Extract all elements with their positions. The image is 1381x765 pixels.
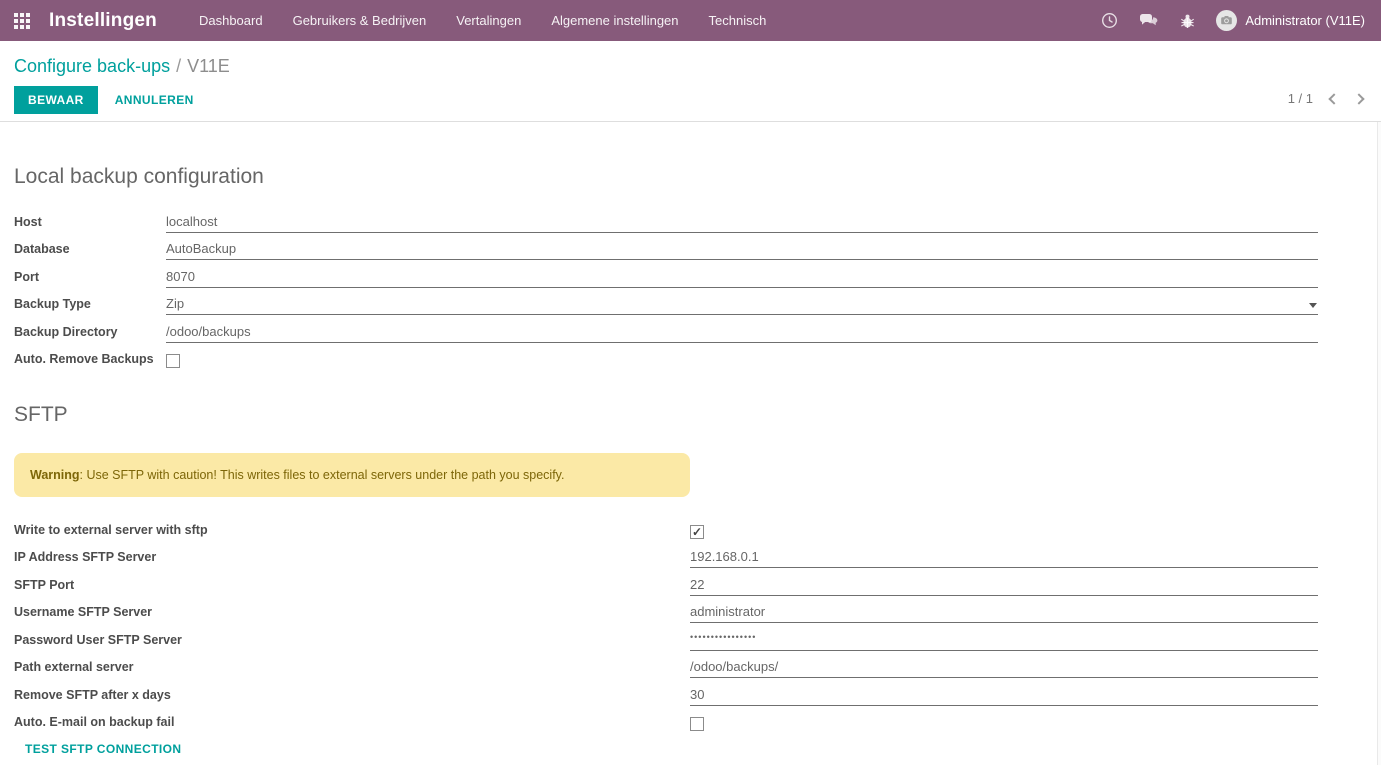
field-row-backup-type: Backup Type Zip	[14, 288, 1318, 316]
backup-directory-label: Backup Directory	[14, 325, 166, 343]
menu-item-users-companies[interactable]: Gebruikers & Bedrijven	[278, 0, 442, 41]
sftp-password-input[interactable]: ••••••••••••••••	[690, 632, 1318, 651]
write-sftp-label: Write to external server with sftp	[14, 523, 690, 541]
pager-next-icon[interactable]	[1353, 93, 1364, 104]
auto-remove-backups-label: Auto. Remove Backups	[14, 352, 166, 370]
clock-icon[interactable]	[1101, 12, 1118, 29]
local-backup-fields: Host localhost Database AutoBackup Port …	[14, 205, 1318, 370]
auto-remove-backups-cell	[166, 354, 1318, 370]
host-input[interactable]: localhost	[166, 214, 1318, 233]
menu-item-general-settings[interactable]: Algemene instellingen	[536, 0, 693, 41]
control-panel: Configure back-ups / V11E BEWAAR ANNULEREN…	[0, 41, 1381, 122]
field-row-sftp-ip: IP Address SFTP Server 192.168.0.1	[14, 541, 1318, 569]
sftp-warning-banner: Warning: Use SFTP with caution! This wri…	[14, 453, 690, 497]
control-panel-buttons: BEWAAR ANNULEREN	[14, 86, 1365, 114]
field-row-sftp-path: Path external server /odoo/backups/	[14, 651, 1318, 679]
breadcrumb: Configure back-ups / V11E	[14, 55, 1365, 77]
menu-item-dashboard[interactable]: Dashboard	[184, 0, 278, 41]
field-row-host: Host localhost	[14, 205, 1318, 233]
warning-label: Warning	[30, 468, 80, 482]
sftp-path-input[interactable]: /odoo/backups/	[690, 659, 1318, 678]
chevron-down-icon	[1309, 303, 1317, 308]
host-label: Host	[14, 215, 166, 233]
chat-icon[interactable]	[1139, 13, 1159, 29]
field-row-write-sftp: Write to external server with sftp ✓	[14, 513, 1318, 541]
sftp-username-label: Username SFTP Server	[14, 605, 690, 623]
sftp-port-input[interactable]: 22	[690, 577, 1318, 596]
email-on-fail-checkbox[interactable]	[690, 717, 704, 731]
user-name: Administrator (V11E)	[1245, 13, 1365, 28]
field-row-backup-directory: Backup Directory /odoo/backups	[14, 315, 1318, 343]
write-sftp-checkbox[interactable]: ✓	[690, 525, 704, 539]
write-sftp-cell: ✓	[690, 525, 1318, 541]
form-sheet: Local backup configuration Host localhos…	[0, 165, 1381, 758]
bug-icon[interactable]	[1180, 13, 1195, 29]
top-navbar: Instellingen Dashboard Gebruikers & Bedr…	[0, 0, 1381, 41]
apps-menu-icon[interactable]	[14, 13, 30, 29]
pager-previous-icon[interactable]	[1328, 93, 1339, 104]
backup-directory-input[interactable]: /odoo/backups	[166, 324, 1318, 343]
email-on-fail-cell	[690, 717, 1318, 733]
field-row-sftp-username: Username SFTP Server administrator	[14, 596, 1318, 624]
app-title[interactable]: Instellingen	[49, 10, 157, 32]
sftp-path-label: Path external server	[14, 660, 690, 678]
field-row-sftp-remove-days: Remove SFTP after x days 30	[14, 678, 1318, 706]
warning-text: : Use SFTP with caution! This writes fil…	[80, 468, 565, 482]
pager-value: 1 / 1	[1288, 91, 1313, 106]
backup-type-select[interactable]: Zip	[166, 296, 1318, 315]
field-row-sftp-port: SFTP Port 22	[14, 568, 1318, 596]
field-row-database: Database AutoBackup	[14, 233, 1318, 261]
menu-item-technical[interactable]: Technisch	[694, 0, 782, 41]
field-row-auto-remove: Auto. Remove Backups	[14, 343, 1318, 371]
sftp-fields: Write to external server with sftp ✓ IP …	[14, 513, 1318, 733]
discard-button[interactable]: ANNULEREN	[102, 87, 207, 113]
database-label: Database	[14, 242, 166, 260]
field-row-port: Port 8070	[14, 260, 1318, 288]
user-avatar-icon	[1216, 10, 1237, 31]
odoo-settings-page: Instellingen Dashboard Gebruikers & Bedr…	[0, 0, 1381, 765]
database-input[interactable]: AutoBackup	[166, 241, 1318, 260]
main-menu: Dashboard Gebruikers & Bedrijven Vertali…	[184, 0, 781, 41]
field-row-email-on-fail: Auto. E-mail on backup fail	[14, 706, 1318, 734]
scrollbar-track[interactable]	[1377, 122, 1381, 765]
email-on-fail-label: Auto. E-mail on backup fail	[14, 715, 690, 733]
backup-type-label: Backup Type	[14, 297, 166, 315]
sftp-remove-days-label: Remove SFTP after x days	[14, 688, 690, 706]
sftp-section-title: SFTP	[14, 403, 1318, 427]
pager: 1 / 1	[1288, 91, 1363, 106]
test-sftp-connection-button[interactable]: TEST SFTP CONNECTION	[25, 742, 181, 756]
backup-type-value: Zip	[166, 296, 184, 311]
auto-remove-backups-checkbox[interactable]	[166, 354, 180, 368]
breadcrumb-current: V11E	[187, 56, 230, 76]
sftp-password-label: Password User SFTP Server	[14, 633, 690, 651]
sftp-remove-days-input[interactable]: 30	[690, 687, 1318, 706]
sftp-port-label: SFTP Port	[14, 578, 690, 596]
navbar-right: Administrator (V11E)	[1101, 10, 1365, 31]
sftp-username-input[interactable]: administrator	[690, 604, 1318, 623]
port-label: Port	[14, 270, 166, 288]
breadcrumb-separator: /	[176, 56, 181, 76]
save-button[interactable]: BEWAAR	[14, 86, 98, 114]
menu-item-translations[interactable]: Vertalingen	[441, 0, 536, 41]
port-input[interactable]: 8070	[166, 269, 1318, 288]
local-backup-section-title: Local backup configuration	[14, 165, 1318, 189]
breadcrumb-parent-link[interactable]: Configure back-ups	[14, 56, 170, 76]
user-menu[interactable]: Administrator (V11E)	[1216, 10, 1365, 31]
field-row-sftp-password: Password User SFTP Server ••••••••••••••…	[14, 623, 1318, 651]
sftp-ip-input[interactable]: 192.168.0.1	[690, 549, 1318, 568]
sftp-ip-label: IP Address SFTP Server	[14, 550, 690, 568]
